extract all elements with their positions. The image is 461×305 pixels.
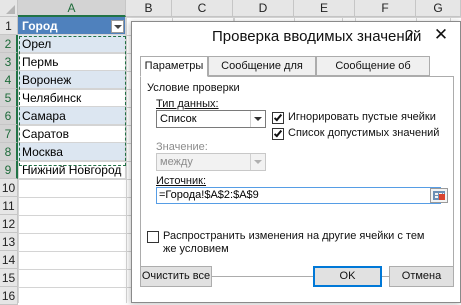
value-label: Значение: (156, 141, 208, 153)
in-cell-dropdown-checkbox[interactable] (272, 128, 284, 140)
cell-a1-header[interactable]: Город (18, 17, 126, 35)
chevron-down-icon (254, 117, 262, 121)
validation-criteria-label: Условие проверки (147, 82, 240, 94)
source-value: =Города!$A$2:$A$9 (159, 189, 259, 201)
range-select-button[interactable] (430, 188, 448, 203)
chevron-down-icon (254, 160, 262, 164)
source-input[interactable]: =Города!$A$2:$A$9 (156, 187, 441, 204)
checkmark-icon (273, 112, 283, 122)
in-cell-dropdown-label: Список допустимых значений (288, 127, 440, 139)
chevron-down-icon (114, 25, 122, 29)
row-header[interactable]: 10 (0, 179, 18, 197)
tab-error-alert[interactable]: Сообщение об ошибке (316, 56, 430, 90)
data-validation-dialog: Проверка вводимых значений ? ✕ Параметры… (131, 21, 461, 303)
ignore-blank-checkbox[interactable] (272, 112, 284, 124)
data-type-label: Тип данных: (156, 98, 219, 110)
dialog-title: Проверка вводимых значений (212, 28, 422, 45)
column-header-d[interactable]: D (233, 0, 294, 17)
settings-panel: Условие проверки Тип данных: Список Игно… (140, 76, 454, 277)
row-header[interactable]: 2 (0, 35, 18, 53)
row-header[interactable]: 8 (0, 143, 18, 161)
grid-line (126, 17, 127, 303)
select-all-corner[interactable] (0, 0, 18, 17)
operator-select[interactable]: между (156, 153, 266, 171)
row-header[interactable]: 14 (0, 251, 18, 269)
copy-selection-marquee (19, 36, 126, 166)
clear-all-button[interactable]: Очистить все (140, 266, 212, 287)
column-header-b[interactable]: B (126, 0, 172, 17)
ok-button[interactable]: OK (313, 266, 382, 287)
column-header-a[interactable]: A (18, 0, 126, 17)
row-header[interactable]: 15 (0, 269, 18, 287)
column-header-e[interactable]: E (294, 0, 355, 17)
data-type-select[interactable]: Список (156, 110, 266, 128)
row-header[interactable]: 4 (0, 71, 18, 89)
operator-value: между (160, 156, 193, 168)
source-label: Источник: (156, 175, 207, 187)
tab-input-message[interactable]: Сообщение для ввода (208, 56, 316, 90)
row-header[interactable]: 3 (0, 53, 18, 71)
ignore-blank-label: Игнорировать пустые ячейки (288, 111, 436, 123)
row-header[interactable]: 7 (0, 125, 18, 143)
row-header[interactable]: 12 (0, 215, 18, 233)
row-header[interactable]: 5 (0, 89, 18, 107)
column-header-f[interactable]: F (355, 0, 416, 17)
tab-settings[interactable]: Параметры (140, 56, 208, 77)
column-header-g[interactable]: G (416, 0, 461, 17)
row-header[interactable]: 16 (0, 287, 18, 305)
row-header[interactable]: 1 (0, 17, 18, 35)
close-button[interactable]: ✕ (432, 26, 450, 44)
cancel-button[interactable]: Отмена (389, 266, 454, 287)
column-header-c[interactable]: C (172, 0, 233, 17)
row-header[interactable]: 9 (0, 161, 18, 179)
filter-dropdown-button[interactable] (111, 20, 124, 33)
apply-to-all-label: Распространить изменения на другие ячейк… (163, 230, 425, 255)
help-button[interactable]: ? (400, 27, 418, 45)
apply-to-all-checkbox[interactable] (147, 231, 159, 243)
row-header[interactable]: 11 (0, 197, 18, 215)
row-header[interactable]: 6 (0, 107, 18, 125)
checkmark-icon (273, 128, 283, 138)
data-type-value: Список (160, 113, 197, 125)
row-header[interactable]: 13 (0, 233, 18, 251)
dialog-title-bar[interactable]: Проверка вводимых значений ? ✕ (132, 22, 460, 52)
